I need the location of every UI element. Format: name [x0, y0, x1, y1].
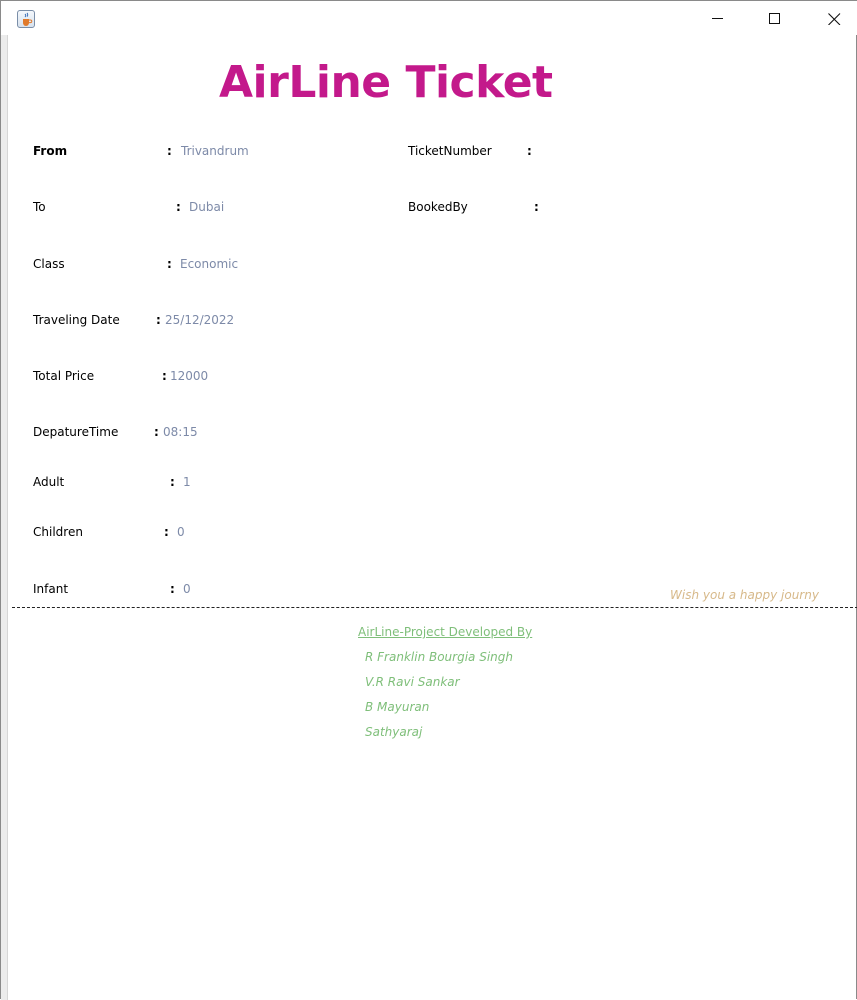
infant-value: 0: [183, 582, 191, 596]
departure-time-value: 08:15: [163, 425, 198, 439]
adult-value: 1: [183, 475, 191, 489]
infant-label: Infant: [33, 582, 69, 596]
traveling-date-colon: :: [156, 313, 161, 327]
close-button[interactable]: [811, 1, 857, 35]
maximize-button[interactable]: [752, 1, 798, 35]
class-label: Class: [33, 257, 65, 271]
adult-label: Adult: [33, 475, 65, 489]
traveling-date-value: 25/12/2022: [165, 313, 235, 327]
children-value: 0: [177, 525, 185, 539]
children-label: Children: [33, 525, 83, 539]
wish-message: Wish you a happy journy: [670, 588, 819, 602]
to-colon: :: [176, 200, 181, 214]
credit-name: V.R Ravi Sankar: [365, 675, 460, 689]
page-title: AirLine Ticket: [219, 57, 553, 108]
total-price-value: 12000: [170, 369, 209, 383]
to-label: To: [33, 200, 46, 214]
credit-name: R Franklin Bourgia Singh: [365, 650, 513, 664]
booked-by-colon: :: [534, 200, 539, 214]
adult-colon: :: [170, 475, 175, 489]
dashed-divider: [12, 607, 857, 608]
departure-time-colon: :: [154, 425, 159, 439]
infant-colon: :: [170, 582, 175, 596]
departure-time-label: DepatureTime: [33, 425, 119, 439]
credits-header: AirLine-Project Developed By: [358, 625, 533, 639]
ticket-number-colon: :: [527, 144, 532, 158]
credit-name: B Mayuran: [365, 700, 430, 714]
to-value: Dubai: [189, 200, 225, 214]
class-value: Economic: [180, 257, 239, 271]
ticket-number-label: TicketNumber: [408, 144, 492, 158]
total-price-colon: :: [162, 369, 167, 383]
total-price-label: Total Price: [33, 369, 95, 383]
minimize-icon: [712, 18, 723, 19]
booked-by-label: BookedBy: [408, 200, 468, 214]
close-icon: [828, 13, 841, 25]
children-colon: :: [164, 525, 169, 539]
credit-name: Sathyaraj: [365, 725, 423, 739]
title-bar[interactable]: [1, 1, 857, 35]
from-label: From: [33, 144, 68, 158]
class-colon: :: [167, 257, 172, 271]
java-cup-icon[interactable]: [17, 10, 35, 28]
traveling-date-label: Traveling Date: [33, 313, 120, 327]
window-left-edge: [1, 35, 8, 1000]
from-colon: :: [167, 144, 172, 158]
minimize-button[interactable]: [695, 1, 741, 35]
from-value: Trivandrum: [181, 144, 249, 158]
maximize-icon: [769, 13, 780, 24]
ticket-window: AirLine Ticket From : Trivandrum To : Du…: [0, 0, 857, 1000]
